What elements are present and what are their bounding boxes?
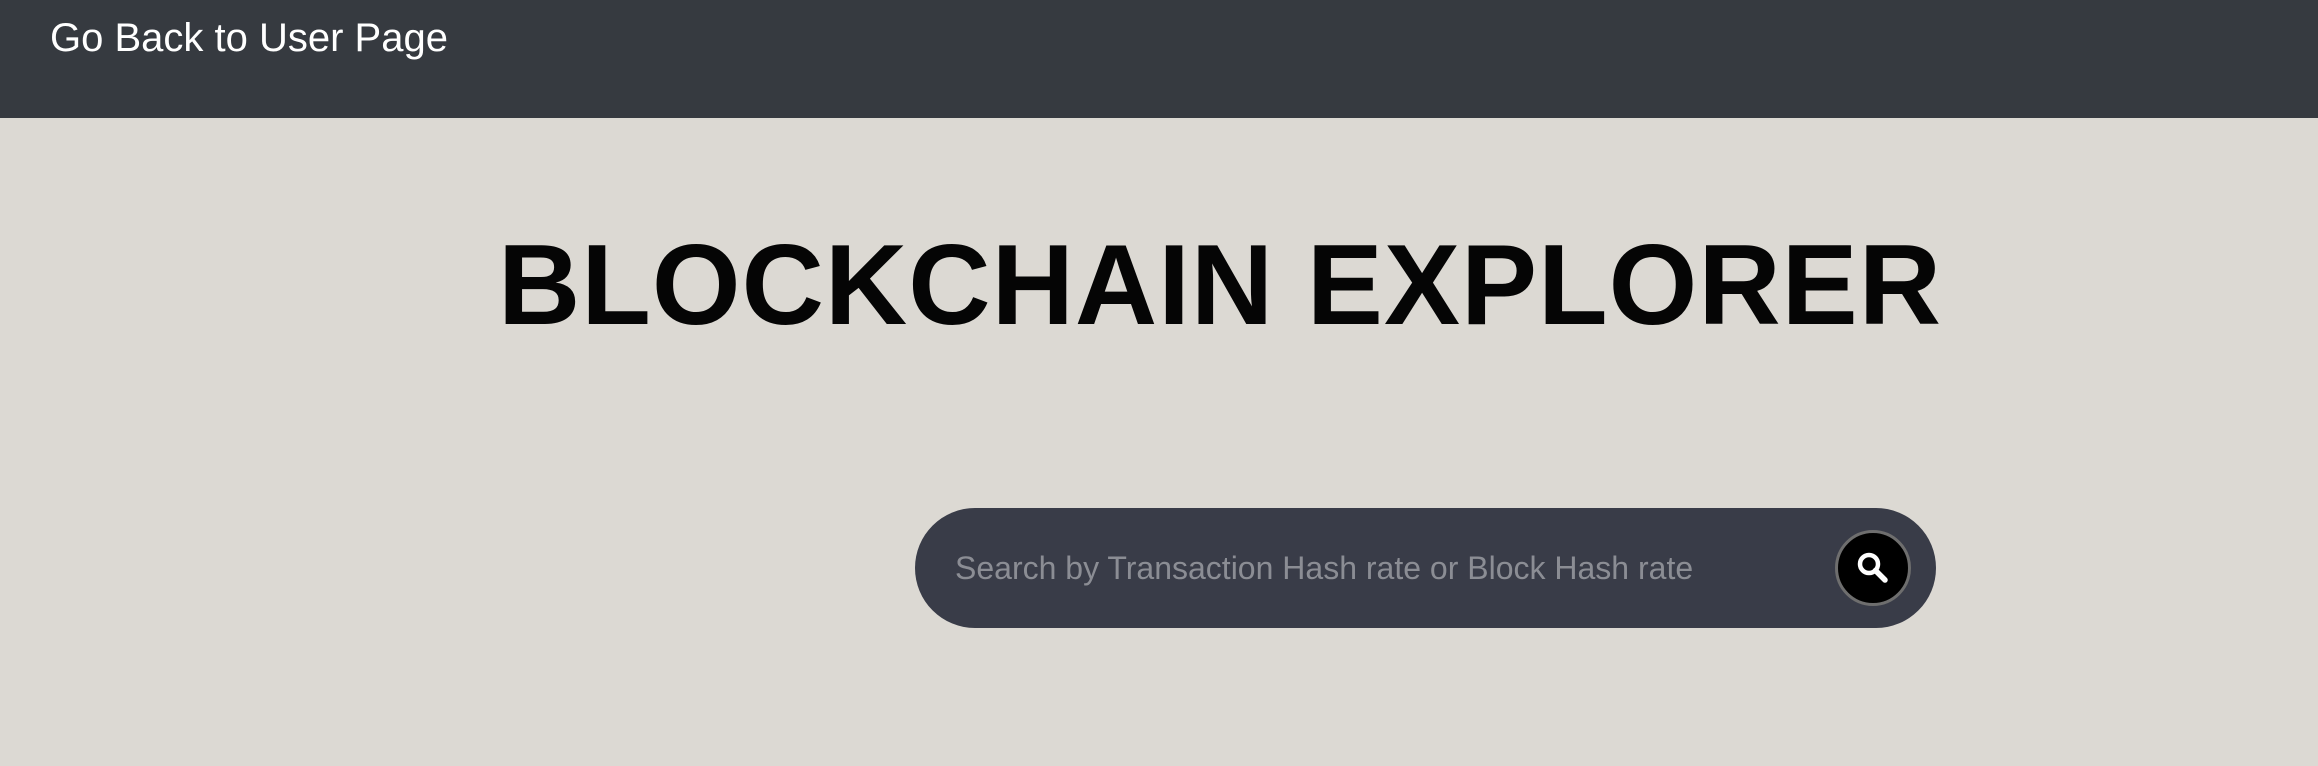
go-back-to-user-page-link[interactable]: Go Back to User Page bbox=[50, 12, 448, 64]
search-icon bbox=[1857, 552, 1888, 583]
search-button[interactable] bbox=[1835, 530, 1911, 606]
page-title: BLOCKCHAIN EXPLORER bbox=[497, 222, 1943, 349]
top-navigation-bar: Go Back to User Page bbox=[0, 0, 2318, 118]
search-input[interactable] bbox=[955, 542, 1815, 594]
search-bar bbox=[915, 508, 1936, 628]
